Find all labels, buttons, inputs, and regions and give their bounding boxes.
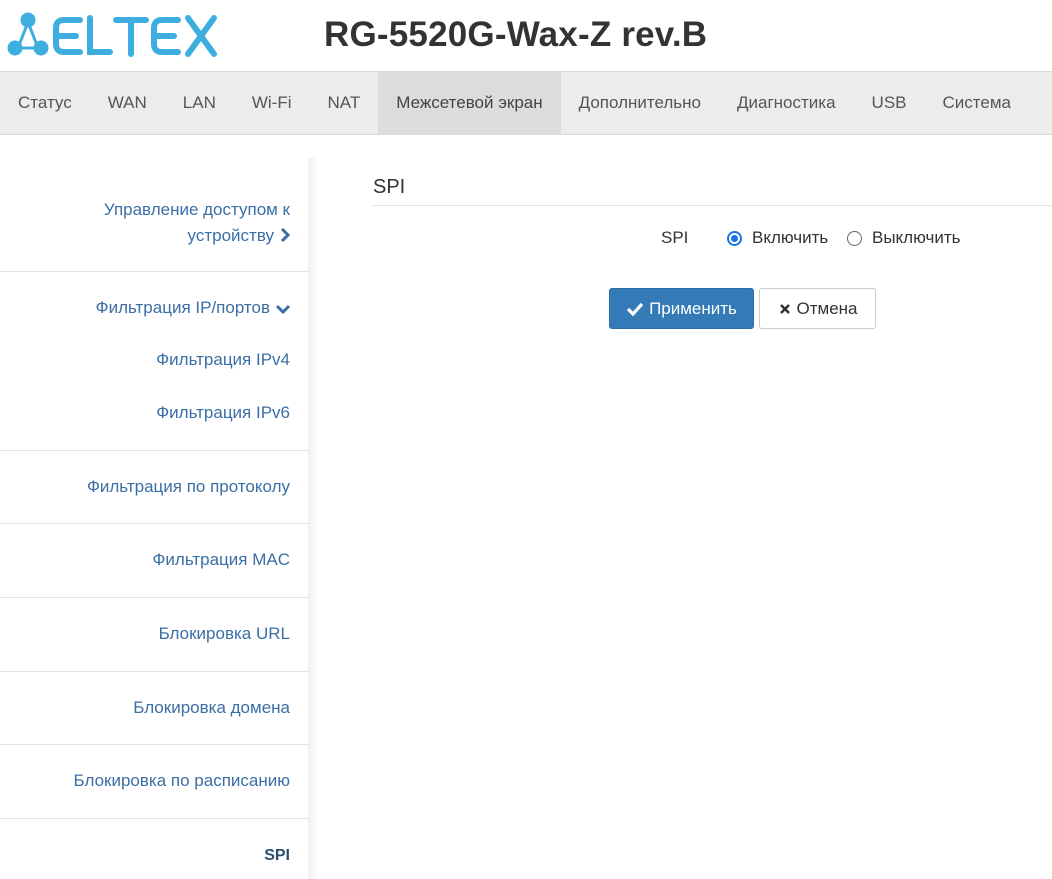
spi-disable-radio[interactable]: Выключить <box>847 228 960 248</box>
tab-advanced[interactable]: Дополнительно <box>561 72 719 134</box>
tab-nat[interactable]: NAT <box>310 72 379 134</box>
tab-status[interactable]: Статус <box>0 72 90 134</box>
apply-button-label: Применить <box>649 298 737 318</box>
sidebar-item-mac-filtering[interactable]: Фильтрация MAC <box>0 547 310 573</box>
close-icon <box>779 303 790 314</box>
sidebar-divider <box>0 450 310 451</box>
spi-field-label: SPI <box>661 228 689 247</box>
sidebar-item-ipv4-filtering[interactable]: Фильтрация IPv4 <box>0 347 310 373</box>
chevron-right-icon <box>280 224 291 250</box>
sidebar-item-domain-blocking[interactable]: Блокировка домена <box>0 695 310 721</box>
sidebar-item-spi[interactable]: SPI <box>0 843 310 869</box>
sidebar-divider <box>0 271 310 272</box>
tab-diagnostics[interactable]: Диагностика <box>719 72 854 134</box>
sidebar-item-label: Управление доступом к <box>103 200 290 219</box>
cancel-button-label: Отмена <box>796 298 858 318</box>
chevron-down-icon <box>275 296 291 322</box>
sidebar-item-url-blocking[interactable]: Блокировка URL <box>0 621 310 647</box>
header: RG-5520G-Wax-Z rev.B <box>0 0 1052 72</box>
radio-label: Включить <box>752 228 829 247</box>
sidebar-divider <box>0 671 310 672</box>
sidebar-divider <box>0 597 310 598</box>
tab-firewall[interactable]: Межсетевой экран <box>378 72 561 134</box>
radio-unchecked-icon <box>847 230 862 246</box>
sidebar-item-label: Фильтрация IP/портов <box>95 298 270 317</box>
sidebar-item-device-access[interactable]: Управление доступом к устройству <box>0 197 310 250</box>
sidebar-item-ip-port-filtering[interactable]: Фильтрация IP/портов <box>0 295 310 322</box>
radio-label: Выключить <box>872 228 961 247</box>
page-title: SPI <box>373 176 406 198</box>
sidebar-divider <box>0 818 310 819</box>
eltex-logo[interactable] <box>6 8 246 60</box>
sidebar-item-schedule-blocking[interactable]: Блокировка по расписанию <box>0 768 310 794</box>
sidebar-item-ipv6-filtering[interactable]: Фильтрация IPv6 <box>0 400 310 426</box>
tab-wan[interactable]: WAN <box>90 72 165 134</box>
sidebar-divider <box>0 523 310 524</box>
tab-lan[interactable]: LAN <box>165 72 234 134</box>
title-divider <box>373 205 1052 206</box>
eltex-logo-icon <box>7 12 217 57</box>
device-title: RG-5520G-Wax-Z rev.B <box>324 15 708 54</box>
radio-checked-icon <box>727 230 742 246</box>
cancel-button[interactable]: Отмена <box>759 288 876 329</box>
spi-field-row: SPI Включить Выключить <box>373 225 1052 251</box>
sidebar-divider <box>0 744 310 745</box>
apply-button[interactable]: Применить <box>609 288 754 329</box>
tab-system[interactable]: Система <box>925 72 1029 134</box>
spi-enable-radio[interactable]: Включить <box>727 228 828 248</box>
tab-usb[interactable]: USB <box>854 72 925 134</box>
sidebar-item-protocol-filtering[interactable]: Фильтрация по протоколу <box>0 474 310 500</box>
sidebar-item-label: устройству <box>187 226 274 245</box>
tab-wifi[interactable]: Wi-Fi <box>234 72 310 134</box>
top-navigation: Статус WAN LAN Wi-Fi NAT Межсетевой экра… <box>0 71 1052 135</box>
checkmark-icon <box>626 302 644 316</box>
